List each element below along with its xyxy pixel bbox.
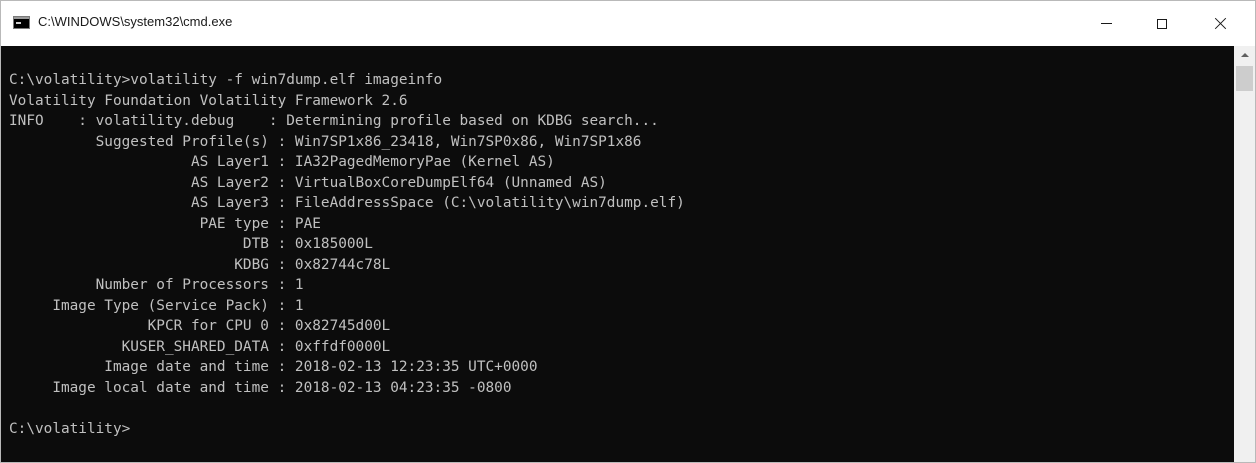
console-text: C:\volatility>volatility -f win7dump.elf… bbox=[9, 70, 685, 439]
maximize-icon bbox=[1157, 18, 1167, 29]
console-line: DTB : 0x185000L bbox=[9, 236, 373, 252]
console-line: Suggested Profile(s) : Win7SP1x86_23418,… bbox=[9, 133, 642, 150]
console-line: Image local date and time : 2018-02-13 0… bbox=[9, 379, 512, 396]
chevron-up-icon bbox=[1240, 52, 1249, 57]
minimize-button[interactable] bbox=[1083, 1, 1129, 46]
maximize-button[interactable] bbox=[1139, 1, 1185, 46]
scroll-up-button[interactable] bbox=[1234, 46, 1255, 63]
console-line: PAE type : PAE bbox=[9, 215, 321, 232]
console-line: Volatility Foundation Volatility Framewo… bbox=[9, 92, 408, 109]
console-line: KUSER_SHARED_DATA : 0xffdf0000L bbox=[9, 338, 391, 355]
window-title: C:\WINDOWS\system32\cmd.exe bbox=[38, 14, 233, 29]
scroll-thumb[interactable] bbox=[1236, 66, 1253, 91]
console-line: C:\volatility>volatility -f win7dump.elf… bbox=[9, 72, 443, 88]
console-line: AS Layer1 : IA32PagedMemoryPae (Kernel A… bbox=[9, 154, 555, 170]
console-app-icon[interactable] bbox=[13, 16, 30, 29]
console-line: AS Layer3 : FileAddressSpace (C:\volatil… bbox=[9, 195, 685, 211]
console-line: KPCR for CPU 0 : 0x82745d00L bbox=[9, 318, 391, 334]
console-line: Image Type (Service Pack) : 1 bbox=[9, 297, 304, 314]
console-line: AS Layer2 : VirtualBoxCoreDumpElf64 (Unn… bbox=[9, 174, 607, 191]
console-line: INFO : volatility.debug : Determining pr… bbox=[9, 113, 659, 129]
title-bar[interactable]: C:\WINDOWS\system32\cmd.exe bbox=[1, 1, 1255, 46]
console-prompt-line: C:\volatility> bbox=[9, 420, 131, 437]
console-line: Number of Processors : 1 bbox=[9, 277, 304, 293]
console-line: Image date and time : 2018-02-13 12:23:3… bbox=[9, 359, 538, 375]
cmd-window: C:\WINDOWS\system32\cmd.exe C:\volatilit… bbox=[0, 0, 1256, 463]
vertical-scrollbar[interactable] bbox=[1234, 46, 1255, 462]
close-icon bbox=[1214, 17, 1227, 30]
close-button[interactable] bbox=[1197, 1, 1243, 46]
minimize-icon bbox=[1100, 23, 1112, 24]
console-output-area[interactable]: C:\volatility>volatility -f win7dump.elf… bbox=[1, 46, 1234, 462]
console-line: KDBG : 0x82744c78L bbox=[9, 256, 391, 273]
